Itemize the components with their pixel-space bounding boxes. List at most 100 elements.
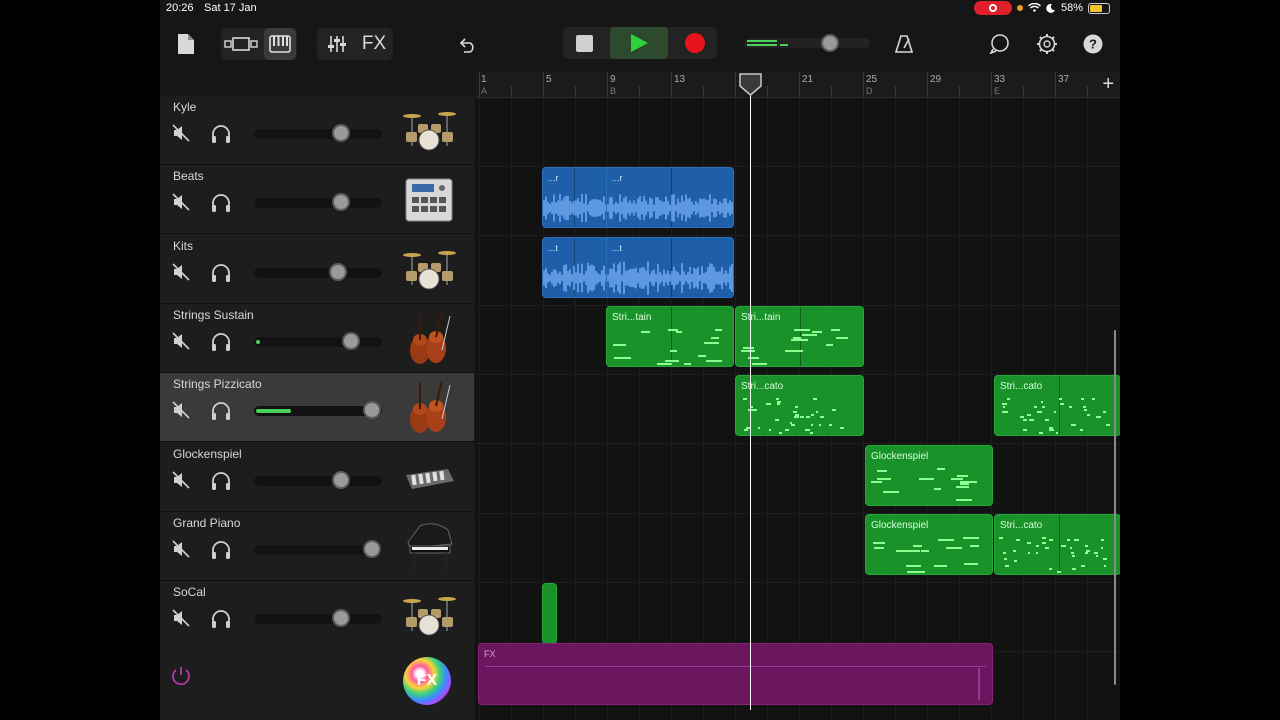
track-volume-slider[interactable] xyxy=(254,124,382,142)
mute-button[interactable] xyxy=(172,263,190,281)
track-volume-slider[interactable] xyxy=(254,262,382,281)
midi-note xyxy=(1081,398,1084,401)
arrangement-area[interactable]: ...r ...r ...t ...t Stri...tain Stri...tain St… xyxy=(476,98,1120,720)
playhead[interactable] xyxy=(750,74,751,710)
play-button[interactable] xyxy=(610,27,668,59)
add-section-button[interactable]: + xyxy=(1102,73,1114,96)
fx-orb-icon[interactable]: FX xyxy=(403,657,451,705)
solo-button[interactable] xyxy=(210,401,232,421)
region-name: Stri...cato xyxy=(1000,519,1043,531)
track-volume-knob[interactable] xyxy=(362,401,381,420)
track-volume-slider[interactable] xyxy=(254,470,382,489)
mixer-button[interactable] xyxy=(320,28,354,60)
solo-button[interactable] xyxy=(210,471,232,491)
master-volume-slider[interactable] xyxy=(744,34,870,52)
midi-note xyxy=(1086,413,1091,416)
track-volume-knob[interactable] xyxy=(332,193,351,212)
vertical-scrollbar[interactable] xyxy=(1114,330,1116,685)
track-volume-slider[interactable] xyxy=(254,401,382,420)
solo-button[interactable] xyxy=(210,332,232,352)
tracks-view-button[interactable] xyxy=(222,28,260,60)
track-lane[interactable] xyxy=(476,583,1120,653)
track-header[interactable]: Grand Piano xyxy=(160,512,474,581)
record-button[interactable] xyxy=(678,27,712,59)
midi-region[interactable]: Stri...cato xyxy=(735,375,864,437)
track-header[interactable]: Glockenspiel xyxy=(160,443,474,512)
track-header[interactable]: Kyle xyxy=(160,96,474,165)
solo-button[interactable] xyxy=(210,263,232,283)
drum-kit-icon[interactable] xyxy=(400,241,458,299)
playhead-handle-icon[interactable] xyxy=(738,72,763,96)
section-marker[interactable]: B xyxy=(610,86,616,96)
mute-button[interactable] xyxy=(172,609,190,627)
undo-button[interactable] xyxy=(453,28,481,60)
track-lane[interactable] xyxy=(476,445,1120,514)
midi-note xyxy=(801,334,818,337)
midi-region[interactable]: Glockenspiel xyxy=(865,513,993,575)
timeline-ruler[interactable]: + 15913172125293337ABDE xyxy=(476,72,1120,98)
midi-note xyxy=(1056,570,1061,573)
track-volume-slider[interactable] xyxy=(254,609,382,628)
midi-note xyxy=(1059,398,1063,401)
my-songs-button[interactable] xyxy=(174,28,198,60)
fx-button[interactable]: FX xyxy=(358,28,390,60)
track-volume-knob[interactable] xyxy=(332,124,351,142)
master-volume-knob[interactable] xyxy=(821,34,839,52)
solo-button[interactable] xyxy=(210,124,232,144)
stop-button[interactable] xyxy=(567,27,601,59)
section-marker[interactable]: A xyxy=(481,86,487,96)
mute-button[interactable] xyxy=(172,540,190,558)
cello-icon[interactable] xyxy=(400,310,458,368)
fx-track-header[interactable]: FX xyxy=(160,641,474,720)
track-header[interactable]: Strings Sustain xyxy=(160,304,474,373)
midi-region[interactable] xyxy=(542,583,557,645)
mute-button[interactable] xyxy=(172,401,190,419)
mute-button[interactable] xyxy=(172,470,190,489)
track-volume-knob[interactable] xyxy=(362,539,381,558)
fx-region[interactable]: FX xyxy=(478,643,993,706)
loop-browser-button[interactable] xyxy=(987,28,1013,60)
mute-button[interactable] xyxy=(172,332,190,350)
track-header[interactable]: Kits xyxy=(160,235,474,304)
midi-region[interactable]: Stri...tain xyxy=(735,305,864,367)
midi-note xyxy=(743,429,748,432)
ruler-tick xyxy=(511,86,512,98)
mute-button[interactable] xyxy=(172,193,190,211)
solo-button[interactable] xyxy=(210,609,232,629)
track-header[interactable]: Strings Pizzicato xyxy=(160,373,474,443)
track-header[interactable]: Beats xyxy=(160,165,474,235)
drum-kit-icon[interactable] xyxy=(400,587,458,645)
track-volume-slider[interactable] xyxy=(254,193,382,212)
midi-region[interactable]: Stri...tain xyxy=(606,305,734,367)
cello-icon[interactable] xyxy=(400,379,458,437)
mute-button[interactable] xyxy=(172,124,190,142)
power-icon[interactable] xyxy=(170,665,192,687)
solo-button[interactable] xyxy=(210,540,232,560)
glockenspiel-icon[interactable] xyxy=(400,449,458,507)
audio-region[interactable]: ...t xyxy=(606,236,734,298)
solo-button[interactable] xyxy=(210,193,232,213)
midi-region[interactable]: Stri...cato xyxy=(994,375,1120,437)
beat-sequencer-icon[interactable] xyxy=(400,171,458,229)
midi-region[interactable]: Glockenspiel xyxy=(865,444,993,506)
track-volume-knob[interactable] xyxy=(329,262,348,281)
settings-button[interactable] xyxy=(1033,28,1061,60)
midi-region[interactable]: Stri...cato xyxy=(994,513,1120,575)
section-marker[interactable]: E xyxy=(994,86,1000,96)
midi-note xyxy=(769,429,772,432)
help-button[interactable]: ? xyxy=(1080,28,1106,60)
section-marker[interactable]: D xyxy=(866,86,873,96)
drum-kit-icon[interactable] xyxy=(400,102,458,160)
grand-piano-icon[interactable] xyxy=(400,518,458,576)
metronome-button[interactable] xyxy=(891,28,917,60)
track-volume-slider[interactable] xyxy=(254,331,382,350)
midi-note xyxy=(794,405,799,408)
audio-region[interactable]: ...r xyxy=(606,167,734,229)
track-lane[interactable] xyxy=(476,98,1120,167)
track-volume-knob[interactable] xyxy=(332,609,351,628)
instrument-view-button[interactable] xyxy=(264,28,296,60)
track-volume-knob[interactable] xyxy=(332,470,351,489)
track-volume-slider[interactable] xyxy=(254,539,382,558)
track-volume-knob[interactable] xyxy=(342,331,361,350)
track-header[interactable]: SoCal xyxy=(160,581,474,651)
